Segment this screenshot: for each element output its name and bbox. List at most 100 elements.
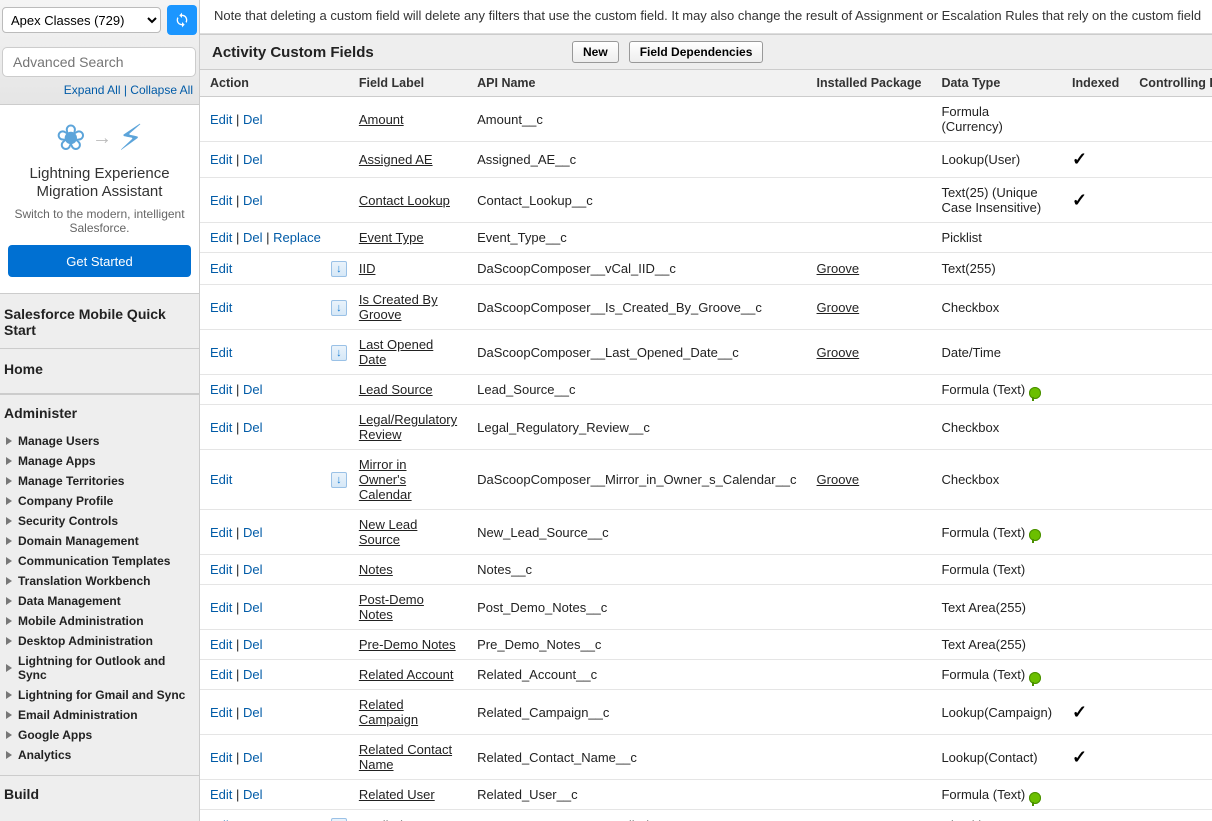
field-label-link[interactable]: Mirror in Owner's Calendar	[359, 457, 412, 502]
edit-link[interactable]: Edit	[210, 382, 232, 397]
sidebar-item[interactable]: Lightning for Gmail and Sync	[4, 685, 195, 705]
edit-link[interactable]: Edit	[210, 562, 232, 577]
sidebar-item[interactable]: Manage Territories	[4, 471, 195, 491]
edit-link[interactable]: Edit	[210, 112, 232, 127]
edit-link[interactable]: Edit	[210, 345, 232, 360]
field-label-link[interactable]: Related Account	[359, 667, 454, 682]
package-link[interactable]: Groove	[817, 300, 860, 315]
expand-all-link[interactable]: Expand All	[64, 83, 121, 97]
field-label-cell: Mirror in Owner's Calendar	[349, 450, 467, 510]
field-label-link[interactable]: Assigned AE	[359, 152, 433, 167]
edit-link[interactable]: Edit	[210, 637, 232, 652]
del-link[interactable]: Del	[243, 382, 263, 397]
edit-link[interactable]: Edit	[210, 525, 232, 540]
pushpin-icon	[1029, 792, 1041, 804]
package-link[interactable]: Groove	[817, 472, 860, 487]
sidebar-item[interactable]: Manage Apps	[4, 451, 195, 471]
controlling-field-cell	[1129, 285, 1212, 330]
edit-link[interactable]: Edit	[210, 261, 232, 276]
del-link[interactable]: Del	[243, 525, 263, 540]
field-dependencies-button[interactable]: Field Dependencies	[629, 41, 764, 63]
object-select[interactable]: Apex Classes (729)	[2, 7, 161, 33]
sidebar-item[interactable]: Email Administration	[4, 705, 195, 725]
del-link[interactable]: Del	[243, 705, 263, 720]
edit-link[interactable]: Edit	[210, 600, 232, 615]
edit-link[interactable]: Edit	[210, 193, 232, 208]
package-link[interactable]: Groove	[817, 261, 860, 276]
action-cell: Edit	[200, 330, 331, 375]
replace-link[interactable]: Replace	[273, 230, 321, 245]
del-link[interactable]: Del	[243, 420, 263, 435]
edit-link[interactable]: Edit	[210, 152, 232, 167]
collapse-all-link[interactable]: Collapse All	[130, 83, 193, 97]
del-link[interactable]: Del	[243, 112, 263, 127]
sidebar-item[interactable]: Company Profile	[4, 491, 195, 511]
del-link[interactable]: Del	[243, 667, 263, 682]
administer-heading: Administer	[0, 394, 199, 427]
new-field-button[interactable]: New	[572, 41, 619, 63]
search-input[interactable]	[2, 47, 196, 77]
sidebar-item[interactable]: Data Management	[4, 591, 195, 611]
table-row: EditRepliedDaScoopComposer__Replied__cGr…	[200, 810, 1212, 821]
del-link[interactable]: Del	[243, 193, 263, 208]
sidebar-item[interactable]: Mobile Administration	[4, 611, 195, 631]
field-label-link[interactable]: Related User	[359, 787, 435, 802]
del-link[interactable]: Del	[243, 600, 263, 615]
sidebar-item[interactable]: Lightning for Outlook and Sync	[4, 651, 195, 685]
edit-link[interactable]: Edit	[210, 300, 232, 315]
action-cell: Edit | Del	[200, 585, 331, 630]
field-label-link[interactable]: Notes	[359, 562, 393, 577]
field-label-link[interactable]: Event Type	[359, 230, 424, 245]
get-started-button[interactable]: Get Started	[8, 245, 191, 277]
mobile-quickstart-link[interactable]: Salesforce Mobile Quick Start	[0, 294, 199, 349]
promo-icons: ❀ → ⚡︎	[8, 117, 191, 159]
edit-link[interactable]: Edit	[210, 420, 232, 435]
sidebar-item[interactable]: Security Controls	[4, 511, 195, 531]
table-row: Edit | DelAssigned AEAssigned_AE__cLooku…	[200, 142, 1212, 178]
field-label-link[interactable]: Post-Demo Notes	[359, 592, 424, 622]
edit-link[interactable]: Edit	[210, 705, 232, 720]
sidebar-item[interactable]: Google Apps	[4, 725, 195, 745]
package-link[interactable]: Groove	[817, 345, 860, 360]
del-link[interactable]: Del	[243, 637, 263, 652]
edit-link[interactable]: Edit	[210, 667, 232, 682]
field-label-link[interactable]: Last Opened Date	[359, 337, 433, 367]
indexed-cell	[1062, 330, 1129, 375]
edit-link[interactable]: Edit	[210, 472, 232, 487]
del-link[interactable]: Del	[243, 787, 263, 802]
edit-link[interactable]: Edit	[210, 750, 232, 765]
edit-link[interactable]: Edit	[210, 230, 232, 245]
edit-link[interactable]: Edit	[210, 787, 232, 802]
field-label-link[interactable]: Contact Lookup	[359, 193, 450, 208]
field-label-link[interactable]: Related Campaign	[359, 697, 418, 727]
field-label-link[interactable]: Is Created By Groove	[359, 292, 438, 322]
indexed-cell	[1062, 375, 1129, 405]
sidebar-item[interactable]: Analytics	[4, 745, 195, 765]
check-icon	[1072, 747, 1087, 767]
sidebar-item[interactable]: Domain Management	[4, 531, 195, 551]
sidebar-item-label: Manage Apps	[18, 454, 96, 468]
package-cell	[807, 178, 932, 223]
del-link[interactable]: Del	[243, 562, 263, 577]
sidebar-item[interactable]: Desktop Administration	[4, 631, 195, 651]
api-name-cell: Event_Type__c	[467, 223, 806, 253]
indexed-cell	[1062, 97, 1129, 142]
controlling-field-cell	[1129, 555, 1212, 585]
field-label-link[interactable]: Lead Source	[359, 382, 433, 397]
field-label-link[interactable]: IID	[359, 261, 376, 276]
field-label-link[interactable]: New Lead Source	[359, 517, 418, 547]
sidebar-item[interactable]: Translation Workbench	[4, 571, 195, 591]
field-label-link[interactable]: Amount	[359, 112, 404, 127]
del-link[interactable]: Del	[243, 152, 263, 167]
refresh-button[interactable]	[167, 5, 197, 35]
field-label-link[interactable]: Pre-Demo Notes	[359, 637, 456, 652]
section-title: Activity Custom Fields	[212, 44, 562, 61]
field-label-link[interactable]: Legal/Regulatory Review	[359, 412, 457, 442]
sidebar-item[interactable]: Manage Users	[4, 431, 195, 451]
del-link[interactable]: Del	[243, 750, 263, 765]
sidebar-item[interactable]: Communication Templates	[4, 551, 195, 571]
sidebar-home-link[interactable]: Home	[0, 349, 199, 383]
package-cell	[807, 405, 932, 450]
del-link[interactable]: Del	[243, 230, 263, 245]
field-label-link[interactable]: Related Contact Name	[359, 742, 452, 772]
